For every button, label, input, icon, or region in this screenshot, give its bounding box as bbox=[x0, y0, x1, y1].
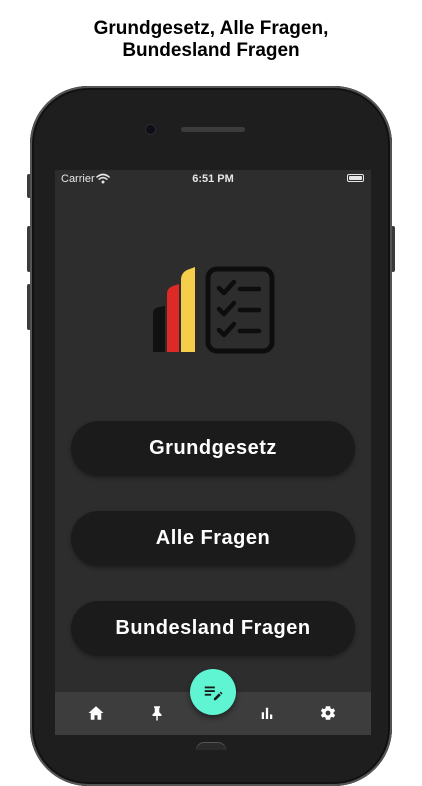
app-logo bbox=[153, 266, 275, 354]
front-camera bbox=[146, 125, 155, 134]
store-headline: Grundgesetz, Alle Fragen, Bundesland Fra… bbox=[0, 18, 422, 62]
gold-bar bbox=[181, 267, 195, 352]
status-time: 6:51 PM bbox=[192, 173, 234, 185]
battery-icon bbox=[347, 174, 364, 182]
quiz-fab-button[interactable] bbox=[190, 669, 236, 715]
settings-icon[interactable] bbox=[319, 704, 337, 722]
home-button bbox=[196, 742, 226, 750]
grundgesetz-button[interactable]: Grundgesetz bbox=[71, 421, 355, 476]
app-screen: Carrier 6:51 PM Grundgesetz Alle Fragen … bbox=[55, 170, 371, 735]
alle-fragen-button[interactable]: Alle Fragen bbox=[71, 511, 355, 566]
edit-note-icon bbox=[204, 686, 223, 701]
status-bar: Carrier 6:51 PM bbox=[55, 170, 371, 188]
black-bar bbox=[153, 306, 165, 352]
headline-line-2: Bundesland Fragen bbox=[122, 40, 300, 61]
stats-icon[interactable] bbox=[258, 704, 276, 722]
headline-line-1: Grundgesetz, Alle Fragen, bbox=[93, 18, 329, 39]
red-bar bbox=[167, 284, 179, 352]
bundesland-fragen-button[interactable]: Bundesland Fragen bbox=[71, 601, 355, 656]
checklist-icon bbox=[205, 266, 275, 354]
flag-bars-icon bbox=[153, 267, 195, 352]
home-icon[interactable] bbox=[87, 704, 105, 722]
earpiece-speaker bbox=[181, 127, 245, 132]
pin-icon[interactable] bbox=[148, 704, 166, 722]
